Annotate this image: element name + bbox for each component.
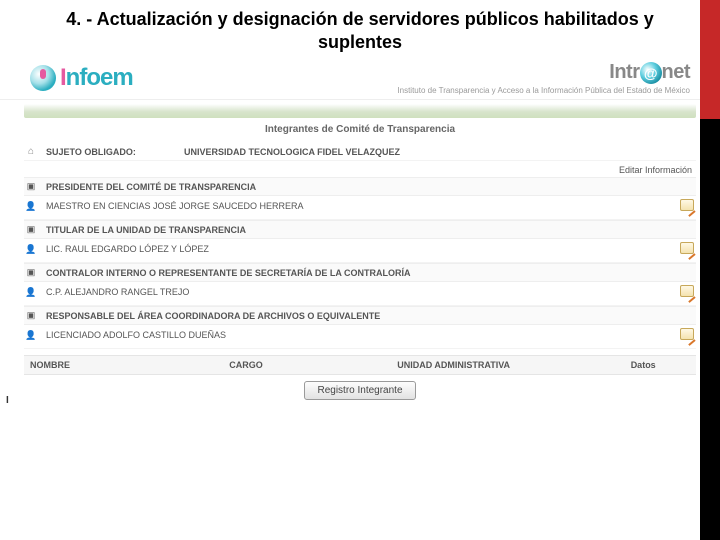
person-icon: 👤 bbox=[24, 330, 38, 341]
intranet-block: Intr@net Instituto de Transparencia y Ac… bbox=[397, 61, 690, 95]
pencil-icon bbox=[680, 285, 694, 297]
person-icon: 👤 bbox=[24, 244, 38, 255]
intranet-pre: Intr bbox=[609, 61, 639, 83]
user-card-icon: ▣ bbox=[24, 181, 38, 192]
gutter-mark: I bbox=[6, 395, 9, 406]
col-nombre: NOMBRE bbox=[24, 356, 223, 374]
subject-value: UNIVERSIDAD TECNOLOGICA FIDEL VELAZQUEZ bbox=[184, 147, 670, 157]
infoem-orb-icon bbox=[30, 65, 56, 91]
member-row: 👤 C.P. ALEJANDRO RANGEL TREJO bbox=[24, 282, 696, 306]
main-content: Integrantes de Comité de Transparencia ⌂… bbox=[0, 124, 720, 400]
member-name: LICENCIADO ADOLFO CASTILLO DUEÑAS bbox=[46, 330, 670, 340]
role-label: CONTRALOR INTERNO O REPRESENTANTE DE SEC… bbox=[46, 268, 696, 278]
user-card-icon: ▣ bbox=[24, 267, 38, 278]
app-header: Infoem Intr@net Instituto de Transparenc… bbox=[0, 59, 720, 100]
edit-member-button[interactable] bbox=[678, 328, 696, 342]
institute-subtitle: Instituto de Transparencia y Acceso a la… bbox=[397, 86, 690, 95]
col-cargo: CARGO bbox=[223, 356, 391, 374]
role-header: ▣ RESPONSABLE DEL ÁREA COORDINADORA DE A… bbox=[24, 306, 696, 325]
person-icon: 👤 bbox=[24, 287, 38, 298]
user-card-icon: ▣ bbox=[24, 310, 38, 321]
infoem-logo-rest: nfoem bbox=[66, 64, 133, 91]
role-header: ▣ PRESIDENTE DEL COMITÉ DE TRANSPARENCIA bbox=[24, 177, 696, 196]
role-header: ▣ CONTRALOR INTERNO O REPRESENTANTE DE S… bbox=[24, 263, 696, 282]
pencil-icon bbox=[680, 199, 694, 211]
at-sign-icon: @ bbox=[640, 62, 662, 84]
col-unidad: UNIDAD ADMINISTRATIVA bbox=[391, 356, 590, 374]
infoem-wordmark: Infoem bbox=[60, 64, 133, 92]
slide-title: 4. - Actualización y designación de serv… bbox=[0, 0, 720, 59]
role-label: TITULAR DE LA UNIDAD DE TRANSPARENCIA bbox=[46, 225, 696, 235]
member-row: 👤 MAESTRO EN CIENCIAS JOSÉ JORGE SAUCEDO… bbox=[24, 196, 696, 220]
member-name: MAESTRO EN CIENCIAS JOSÉ JORGE SAUCEDO H… bbox=[46, 201, 670, 211]
subject-label: SUJETO OBLIGADO: bbox=[46, 147, 176, 157]
nav-gradient-bar bbox=[24, 104, 696, 118]
col-datos: Datos bbox=[590, 356, 696, 374]
register-member-button[interactable]: Registro Integrante bbox=[304, 381, 415, 400]
user-card-icon: ▣ bbox=[24, 224, 38, 235]
role-header: ▣ TITULAR DE LA UNIDAD DE TRANSPARENCIA bbox=[24, 220, 696, 239]
slide-accent-bar bbox=[700, 0, 720, 540]
pencil-icon bbox=[680, 328, 694, 340]
infoem-logo: Infoem bbox=[30, 64, 133, 92]
member-name: C.P. ALEJANDRO RANGEL TREJO bbox=[46, 287, 670, 297]
person-icon: 👤 bbox=[24, 201, 38, 212]
role-label: PRESIDENTE DEL COMITÉ DE TRANSPARENCIA bbox=[46, 182, 696, 192]
building-icon: ⌂ bbox=[24, 146, 38, 157]
intranet-logo: Intr@net bbox=[397, 61, 690, 84]
member-name: LIC. RAUL EDGARDO LÓPEZ Y LÓPEZ bbox=[46, 244, 670, 254]
role-label: RESPONSABLE DEL ÁREA COORDINADORA DE ARC… bbox=[46, 311, 696, 321]
edit-member-button[interactable] bbox=[678, 199, 696, 213]
edit-info-link[interactable]: Editar Información bbox=[24, 161, 696, 177]
page-heading: Integrantes de Comité de Transparencia bbox=[24, 124, 696, 135]
pencil-icon bbox=[680, 242, 694, 254]
subject-row: ⌂ SUJETO OBLIGADO: UNIVERSIDAD TECNOLOGI… bbox=[24, 143, 696, 161]
members-table-header: NOMBRE CARGO UNIDAD ADMINISTRATIVA Datos bbox=[24, 355, 696, 375]
member-row: 👤 LICENCIADO ADOLFO CASTILLO DUEÑAS bbox=[24, 325, 696, 349]
member-row: 👤 LIC. RAUL EDGARDO LÓPEZ Y LÓPEZ bbox=[24, 239, 696, 263]
edit-member-button[interactable] bbox=[678, 242, 696, 256]
edit-member-button[interactable] bbox=[678, 285, 696, 299]
intranet-post: net bbox=[662, 61, 691, 83]
